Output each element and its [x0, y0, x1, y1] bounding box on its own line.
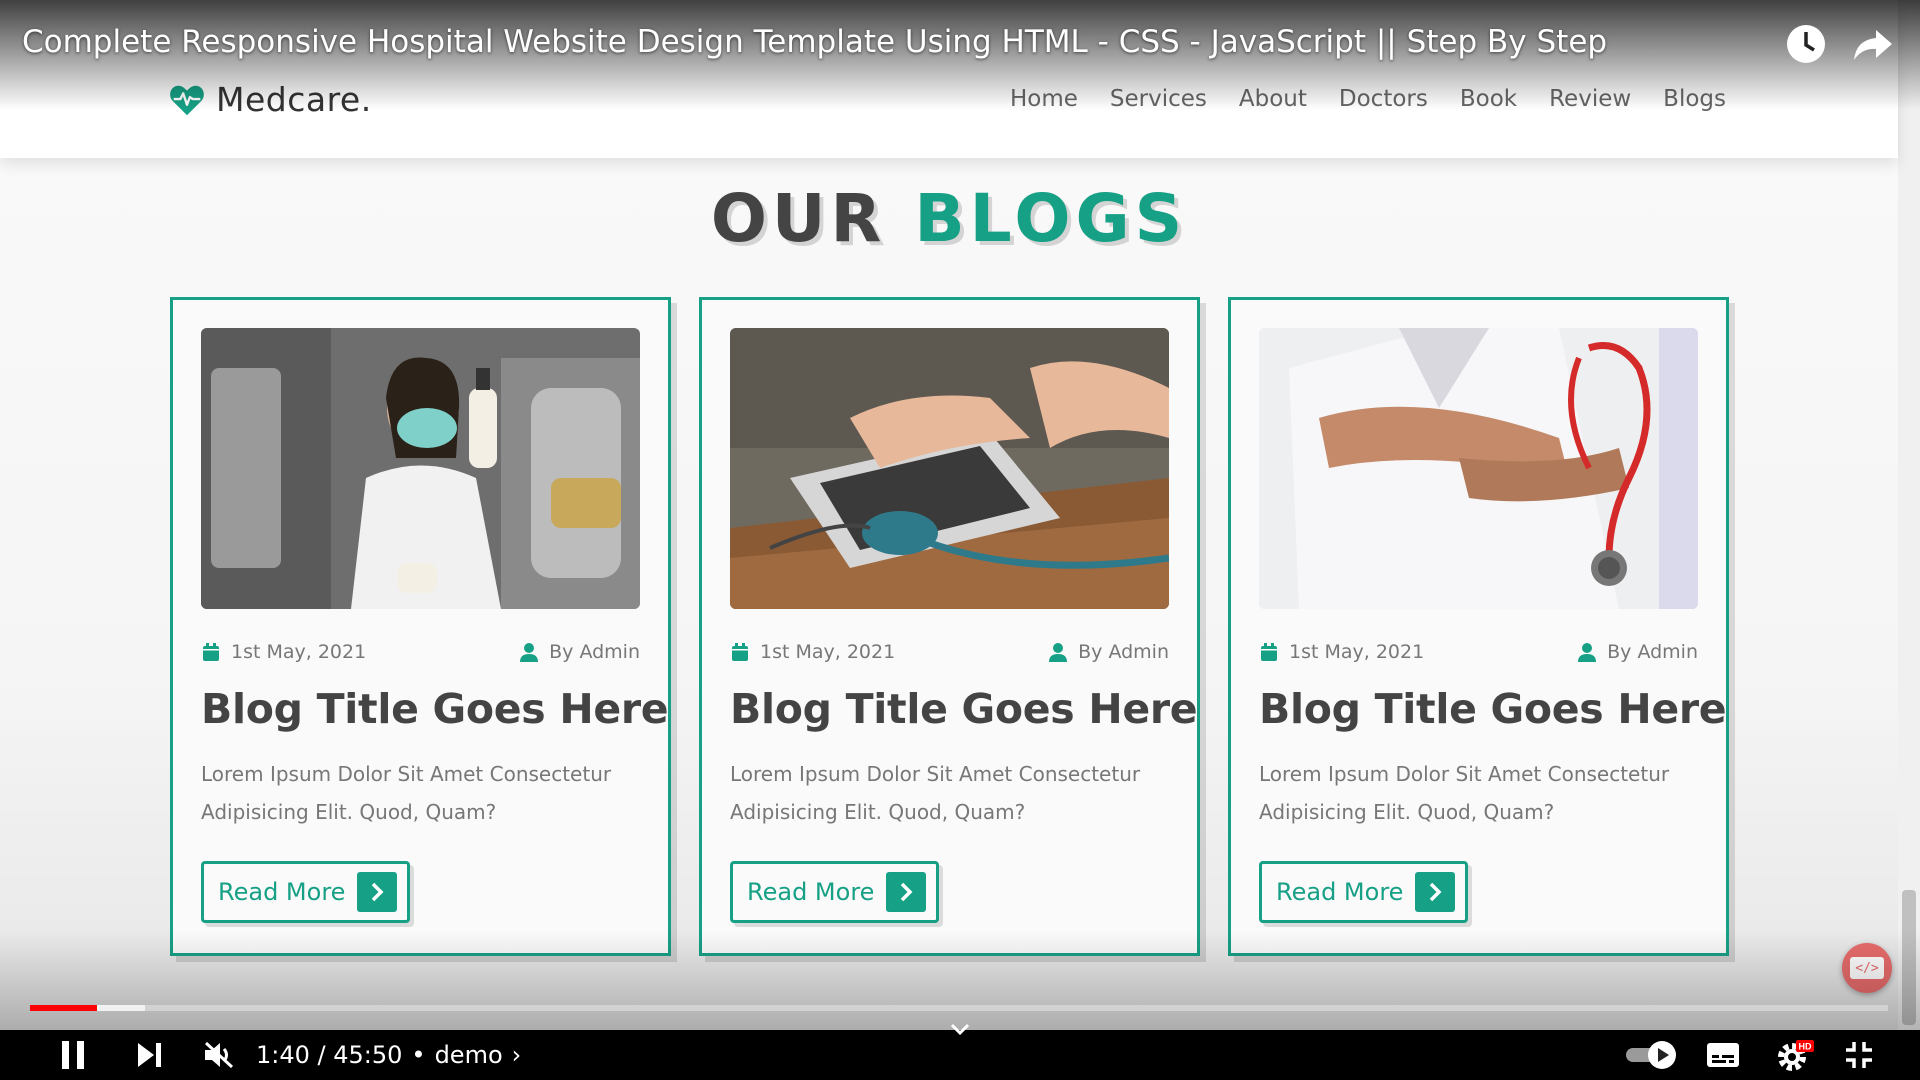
chevron-right-icon	[886, 872, 927, 912]
site-logo[interactable]: Medcare.	[168, 80, 372, 119]
blog-author-text: By Admin	[549, 641, 640, 663]
chapter-name[interactable]: demo	[435, 1041, 503, 1069]
blog-meta: 1st May, 2021 By Admin	[1259, 641, 1698, 663]
chevron-right-icon	[1415, 872, 1456, 912]
nav-review[interactable]: Review	[1549, 86, 1631, 112]
blog-cards: 1st May, 2021 By Admin Blog Title Goes H…	[170, 297, 1729, 956]
nav-services[interactable]: Services	[1110, 86, 1207, 112]
blog-card: 1st May, 2021 By Admin Blog Title Goes H…	[170, 297, 671, 956]
video-frame[interactable]: Medcare. Home Services About Doctors Boo…	[0, 0, 1920, 1030]
blog-excerpt: Lorem Ipsum Dolor Sit Amet Consectetur A…	[730, 762, 1141, 824]
calendar-icon	[1261, 643, 1277, 661]
blog-image-lab-doctor	[201, 328, 640, 609]
next-icon[interactable]	[126, 1030, 172, 1080]
blog-author-text: By Admin	[1607, 641, 1698, 663]
time-display: 1:40 / 45:50 • demo ›	[256, 1030, 521, 1080]
calendar-icon	[732, 643, 748, 661]
blog-meta: 1st May, 2021 By Admin	[201, 641, 640, 663]
share-icon[interactable]	[1850, 22, 1894, 66]
read-more-button[interactable]: Read More	[1259, 861, 1469, 923]
blog-date: 1st May, 2021	[730, 641, 895, 663]
clock-icon[interactable]	[1784, 22, 1828, 66]
exit-fullscreen-icon[interactable]	[1836, 1030, 1882, 1080]
blog-date-text: 1st May, 2021	[760, 641, 896, 663]
muted-volume-icon[interactable]	[196, 1030, 242, 1080]
settings-icon[interactable]: HD	[1768, 1030, 1824, 1080]
blog-image-doctor-coat	[1259, 328, 1698, 609]
read-more-label: Read More	[1276, 878, 1404, 906]
heartbeat-icon	[170, 85, 204, 115]
user-icon	[1578, 643, 1597, 662]
calendar-icon	[203, 643, 219, 661]
user-icon	[1049, 643, 1068, 662]
autoplay-toggle-icon[interactable]	[1624, 1030, 1680, 1080]
blog-date: 1st May, 2021	[1259, 641, 1424, 663]
video-progress-bar[interactable]	[30, 1005, 1888, 1011]
video-title[interactable]: Complete Responsive Hospital Website Des…	[22, 24, 1607, 60]
blog-title[interactable]: Blog Title Goes Here	[201, 685, 669, 733]
progress-played	[30, 1005, 97, 1011]
brand-name: Medcare.	[216, 80, 372, 119]
main-nav: Home Services About Doctors Book Review …	[1010, 86, 1726, 112]
dev-badge[interactable]: </>	[1842, 943, 1892, 993]
blog-title[interactable]: Blog Title Goes Here	[1259, 685, 1727, 733]
blog-image-laptop-stethoscope	[730, 328, 1169, 609]
blog-title[interactable]: Blog Title Goes Here	[730, 685, 1198, 733]
read-more-label: Read More	[218, 878, 346, 906]
blog-card: 1st May, 2021 By Admin Blog Title Goes H…	[1228, 297, 1729, 956]
pause-icon[interactable]	[50, 1030, 96, 1080]
blog-excerpt: Lorem Ipsum Dolor Sit Amet Consectetur A…	[201, 762, 612, 824]
nav-blogs[interactable]: Blogs	[1663, 86, 1726, 112]
blogs-section: OUR BLOGS 1st May, 2021 By Admin Blog Ti…	[0, 158, 1898, 1030]
nav-about[interactable]: About	[1239, 86, 1307, 112]
player-controls: 1:40 / 45:50 • demo › HD	[0, 1023, 1920, 1080]
page-scrollbar[interactable]	[1898, 0, 1920, 1030]
nav-home[interactable]: Home	[1010, 86, 1078, 112]
blog-author: By Admin	[1048, 641, 1169, 663]
blog-date-text: 1st May, 2021	[1289, 641, 1425, 663]
read-more-label: Read More	[747, 878, 875, 906]
read-more-button[interactable]: Read More	[201, 861, 411, 923]
code-icon: </>	[1850, 957, 1884, 979]
blog-meta: 1st May, 2021 By Admin	[730, 641, 1169, 663]
nav-book[interactable]: Book	[1460, 86, 1517, 112]
blog-date: 1st May, 2021	[201, 641, 366, 663]
blog-author: By Admin	[519, 641, 640, 663]
heading-word-our: OUR	[710, 180, 887, 257]
blog-author: By Admin	[1577, 641, 1698, 663]
captions-icon[interactable]	[1700, 1030, 1746, 1080]
time-separator: •	[411, 1041, 426, 1069]
read-more-button[interactable]: Read More	[730, 861, 940, 923]
blog-date-text: 1st May, 2021	[231, 641, 367, 663]
heading-word-blogs: BLOGS	[914, 180, 1188, 257]
blog-card: 1st May, 2021 By Admin Blog Title Goes H…	[699, 297, 1200, 956]
nav-doctors[interactable]: Doctors	[1339, 86, 1428, 112]
chapter-chevron-icon[interactable]: ›	[512, 1041, 522, 1069]
hd-badge: HD	[1799, 1042, 1812, 1052]
time-text: 1:40 / 45:50	[256, 1041, 403, 1069]
chevron-right-icon	[357, 872, 398, 912]
section-heading: OUR BLOGS	[0, 180, 1898, 257]
blog-excerpt: Lorem Ipsum Dolor Sit Amet Consectetur A…	[1259, 762, 1670, 824]
chevron-down-icon[interactable]	[940, 1018, 980, 1040]
scrollbar-thumb[interactable]	[1902, 890, 1916, 1025]
user-icon	[520, 643, 539, 662]
blog-author-text: By Admin	[1078, 641, 1169, 663]
